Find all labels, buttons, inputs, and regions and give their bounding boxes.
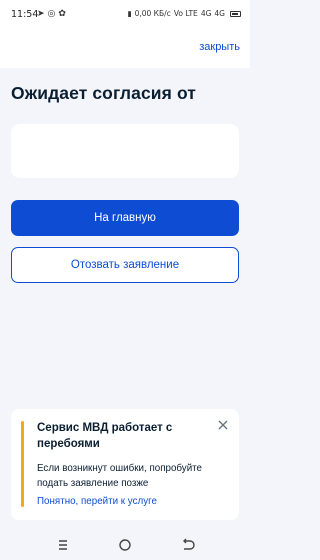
back-icon[interactable] <box>179 537 195 553</box>
home-icon[interactable] <box>117 537 133 553</box>
consent-card <box>11 124 239 178</box>
battery-icon <box>230 11 241 17</box>
close-link[interactable]: закрыть <box>199 41 240 53</box>
notice-title: Сервис МВД работает с перебоями <box>37 422 173 450</box>
volte-label: Vo LTE <box>173 9 198 18</box>
signal-4g-1: 4G <box>200 9 212 18</box>
service-notice: Сервис МВД работает с перебоями Если воз… <box>11 409 239 520</box>
location-icon: ➤ <box>37 9 45 19</box>
close-icon[interactable] <box>217 419 229 431</box>
settings-icon: ✿ <box>58 9 66 19</box>
vibrate-icon: ▮ <box>127 9 132 18</box>
notice-continue-link[interactable]: Понятно, перейти к услуге <box>37 496 157 507</box>
whatsapp-icon: ◎ <box>47 9 56 19</box>
notice-accent-bar <box>21 421 24 507</box>
status-time: 11:54 <box>11 9 39 20</box>
home-button[interactable]: На главную <box>11 200 239 236</box>
status-system-icons: ▮ 0,00 КБ/с Vo LTE 4G 4G <box>127 8 241 20</box>
signal-4g-2: 4G <box>214 9 225 18</box>
network-speed: 0,00 КБ/с <box>134 9 171 18</box>
withdraw-application-button[interactable]: Отозвать заявление <box>11 247 239 283</box>
system-nav-bar <box>0 530 250 560</box>
page-title: Ожидает согласия от <box>11 83 196 103</box>
notice-body: Если возникнут ошибки, попробуйте подать… <box>37 463 202 489</box>
status-bar: 11:54 ➤ ◎ ✿ ▮ 0,00 КБ/с Vo LTE 4G 4G <box>0 0 250 30</box>
menu-icon[interactable] <box>55 537 71 553</box>
top-header: закрыть <box>0 30 250 68</box>
status-notification-icons: ➤ ◎ ✿ <box>37 8 66 20</box>
